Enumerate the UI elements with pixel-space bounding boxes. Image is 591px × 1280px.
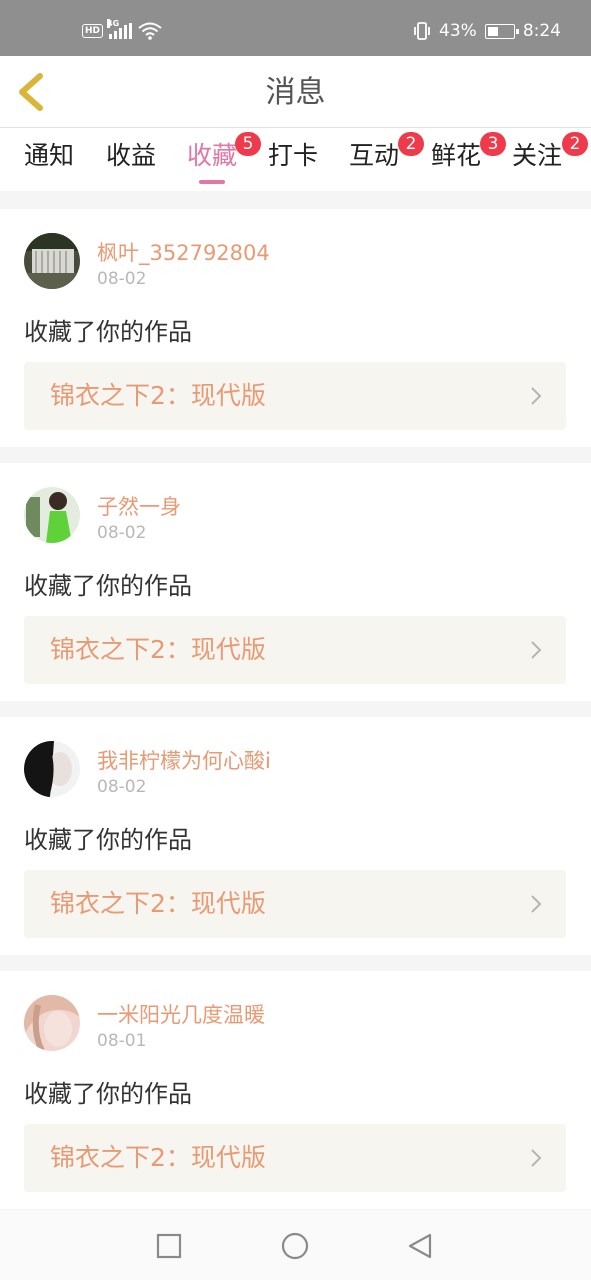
message-date: 08-02 bbox=[97, 523, 147, 543]
message-text: 收藏了你的作品 bbox=[24, 826, 192, 854]
tab-label: 打卡 bbox=[268, 141, 319, 170]
tab-label: 互动 bbox=[349, 141, 400, 170]
badge-count: 2 bbox=[562, 132, 588, 156]
status-right: 43% 8:24 bbox=[413, 20, 561, 42]
message-card: 我非柠檬为何心酸i 08-02 收藏了你的作品 锦衣之下2：现代版 bbox=[0, 717, 591, 955]
tab-label: 鲜花 bbox=[431, 141, 482, 170]
cell-signal-icon: 4G bbox=[107, 19, 133, 39]
avatar[interactable] bbox=[24, 487, 80, 543]
tab-follow[interactable]: 关注 2 bbox=[512, 132, 588, 180]
chevron-right-icon bbox=[531, 1149, 542, 1167]
status-bar: HD 4G 43% 8:24 bbox=[0, 0, 591, 56]
message-text: 收藏了你的作品 bbox=[24, 1080, 192, 1108]
chevron-right-icon bbox=[531, 895, 542, 913]
message-date: 08-02 bbox=[97, 269, 147, 289]
work-title: 锦衣之下2：现代版 bbox=[50, 1143, 266, 1172]
hd-indicator: HD bbox=[82, 24, 104, 38]
work-link[interactable]: 锦衣之下2：现代版 bbox=[24, 362, 566, 430]
message-card: 子然一身 08-02 收藏了你的作品 锦衣之下2：现代版 bbox=[0, 463, 591, 701]
page-title: 消息 bbox=[265, 75, 326, 110]
green-dress-photo-icon bbox=[24, 487, 80, 543]
tab-label: 收藏 bbox=[187, 141, 238, 170]
work-title: 锦衣之下2：现代版 bbox=[50, 381, 266, 410]
work-link[interactable]: 锦衣之下2：现代版 bbox=[24, 616, 566, 684]
message-card: 一米阳光几度温暖 08-01 收藏了你的作品 锦衣之下2：现代版 bbox=[0, 971, 591, 1209]
top-bar: 消息 bbox=[0, 56, 591, 128]
tab-label: 收益 bbox=[106, 141, 157, 170]
wifi-icon bbox=[138, 22, 162, 40]
work-link[interactable]: 锦衣之下2：现代版 bbox=[24, 1124, 566, 1192]
back-triangle-icon[interactable] bbox=[406, 1232, 434, 1260]
badge-count: 2 bbox=[398, 132, 424, 156]
battery-level bbox=[487, 26, 498, 36]
tab-flowers[interactable]: 鲜花 3 bbox=[431, 132, 506, 180]
home-circle-icon[interactable] bbox=[281, 1232, 309, 1260]
status-left: HD 4G bbox=[82, 19, 162, 42]
badge-count: 5 bbox=[235, 132, 261, 156]
message-date: 08-02 bbox=[97, 777, 147, 797]
message-text: 收藏了你的作品 bbox=[24, 318, 192, 346]
waterfall-photo-icon bbox=[24, 233, 80, 289]
tab-interaction[interactable]: 互动 2 bbox=[349, 132, 424, 180]
work-link[interactable]: 锦衣之下2：现代版 bbox=[24, 870, 566, 938]
clock: 8:24 bbox=[522, 21, 561, 41]
avatar[interactable] bbox=[24, 995, 80, 1051]
message-date: 08-01 bbox=[97, 1031, 147, 1051]
tab-checkin[interactable]: 打卡 bbox=[268, 140, 318, 180]
message-text: 收藏了你的作品 bbox=[24, 572, 192, 600]
avatar[interactable] bbox=[24, 233, 80, 289]
chevron-right-icon bbox=[531, 387, 542, 405]
tab-label: 通知 bbox=[24, 141, 75, 170]
network-type: 4G bbox=[107, 19, 120, 28]
tab-earnings[interactable]: 收益 bbox=[106, 140, 156, 180]
active-tab-indicator bbox=[199, 180, 226, 184]
tab-label: 关注 bbox=[512, 141, 563, 170]
battery-percent: 43% bbox=[439, 21, 477, 41]
tab-notice[interactable]: 通知 bbox=[24, 140, 74, 180]
username[interactable]: 子然一身 bbox=[97, 491, 181, 521]
message-tabs: 通知 收益 收藏 5 打卡 互动 2 鲜花 3 关注 2 bbox=[0, 128, 591, 191]
message-card: 枫叶_352792804 08-02 收藏了你的作品 锦衣之下2：现代版 bbox=[0, 209, 591, 447]
username[interactable]: 一米阳光几度温暖 bbox=[97, 999, 265, 1029]
recents-square-icon[interactable] bbox=[155, 1232, 183, 1260]
username[interactable]: 枫叶_352792804 bbox=[97, 237, 270, 267]
battery-icon bbox=[484, 23, 519, 39]
tab-favorites[interactable]: 收藏 5 bbox=[187, 132, 261, 184]
chevron-right-icon bbox=[531, 641, 542, 659]
username[interactable]: 我非柠檬为何心酸i bbox=[97, 745, 271, 775]
vibrate-icon bbox=[414, 22, 430, 40]
dark-hair-photo-icon bbox=[24, 741, 80, 797]
avatar[interactable] bbox=[24, 741, 80, 797]
work-title: 锦衣之下2：现代版 bbox=[50, 635, 266, 664]
badge-count: 3 bbox=[480, 132, 506, 156]
work-title: 锦衣之下2：现代版 bbox=[50, 889, 266, 918]
system-nav-bar bbox=[0, 1210, 591, 1280]
pink-portrait-photo-icon bbox=[24, 995, 80, 1051]
